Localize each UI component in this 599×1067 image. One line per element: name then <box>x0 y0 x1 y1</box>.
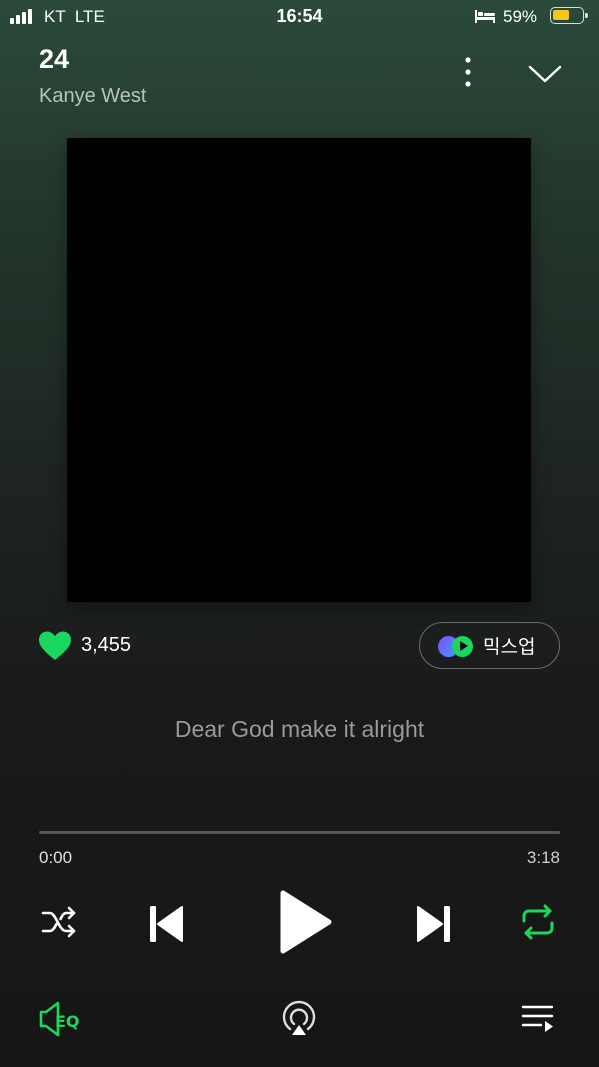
battery-percent: 59% <box>503 7 538 26</box>
bed-icon <box>474 7 496 30</box>
shuffle-button[interactable] <box>41 905 79 944</box>
like-button[interactable] <box>38 631 72 666</box>
queue-icon <box>521 1005 554 1032</box>
playlist-queue-button[interactable] <box>521 1004 555 1039</box>
battery-icon <box>550 7 588 24</box>
current-lyric[interactable]: Dear God make it alright <box>0 716 599 743</box>
play-icon <box>280 890 332 954</box>
artist-name[interactable]: Kanye West <box>39 85 146 108</box>
previous-button[interactable] <box>148 904 186 949</box>
collapse-player-button[interactable] <box>527 62 563 86</box>
play-button[interactable] <box>277 889 333 960</box>
mixup-button[interactable]: 믹스업 <box>419 622 560 669</box>
equalizer-button[interactable]: EQ <box>38 1001 86 1042</box>
repeat-button[interactable] <box>519 904 557 945</box>
track-title: 24 <box>39 44 70 74</box>
total-duration: 3:18 <box>526 848 560 867</box>
chevron-down-icon <box>528 65 562 83</box>
repeat-icon <box>522 904 554 940</box>
more-options-button[interactable] <box>458 56 478 88</box>
like-count: 3,455 <box>81 634 132 656</box>
airplay-icon <box>282 1000 316 1035</box>
svg-text:EQ: EQ <box>55 1012 80 1031</box>
shuffle-icon <box>41 906 76 938</box>
album-art <box>67 138 531 602</box>
mixup-label: 믹스업 <box>483 637 536 658</box>
airplay-button[interactable] <box>280 999 318 1042</box>
eq-icon: EQ <box>39 1001 80 1037</box>
status-bar: KT LTE 16:54 59% <box>0 0 599 34</box>
more-vertical-icon <box>465 57 471 87</box>
heart-icon <box>39 631 71 660</box>
mixup-logo-icon <box>438 634 478 658</box>
next-icon <box>417 906 450 942</box>
next-button[interactable] <box>414 904 452 949</box>
previous-icon <box>150 906 183 942</box>
progress-bar[interactable] <box>39 831 560 834</box>
elapsed-time: 0:00 <box>39 848 73 867</box>
